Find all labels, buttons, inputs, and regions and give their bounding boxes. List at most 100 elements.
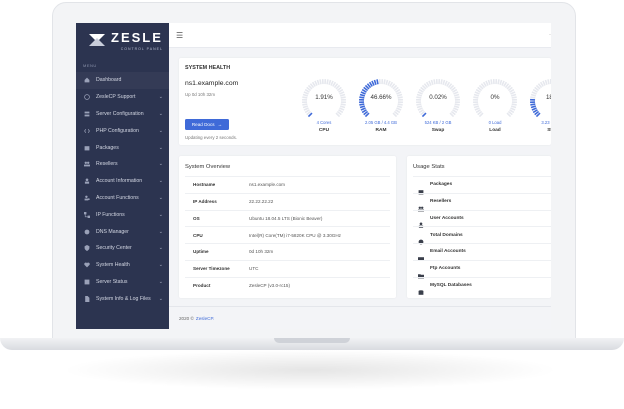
list-item[interactable]: Total Domains [413, 226, 551, 245]
sidebar-item-label: PHP Configuration [96, 127, 139, 134]
sidebar-item[interactable]: System Health ⌄ [76, 257, 169, 274]
hamburger-icon[interactable]: ☰ [176, 31, 183, 40]
sidebar-item[interactable]: Server Configuration ⌄ [76, 106, 169, 123]
database-icon [418, 283, 424, 295]
footer-copyright: 2020 © [179, 315, 194, 321]
gauge-detail: 4 Cores [316, 120, 332, 125]
system-health-title: SYSTEM HEALTH [185, 65, 231, 71]
gauge-tick-filled [359, 103, 365, 106]
gauge-tick-filled [360, 107, 366, 111]
logo-mark-icon [87, 30, 107, 50]
main-content: SYSTEM HEALTH ns1.example.com Up 0d 10h … [169, 48, 551, 329]
sidebar-item-label: Dashboard [96, 77, 122, 84]
gauge-label: RAM [375, 128, 387, 133]
gauge-tick [302, 105, 309, 109]
list-item[interactable]: Resellers [413, 192, 551, 211]
chevron-down-icon: ⌄ [158, 110, 163, 117]
gauge-tick [314, 80, 318, 86]
gauge-tick [453, 105, 460, 109]
usage-stats-title: Usage Stats [413, 164, 445, 170]
gauge-tick-filled [359, 105, 366, 109]
sidebar-item[interactable]: Dashboard [76, 72, 169, 89]
table-row: Product ZesleCP (v3.0-rc15) [185, 276, 390, 294]
list-item[interactable]: Packages [413, 176, 551, 195]
list-item[interactable]: MySQL Databases [413, 276, 551, 295]
gauge-percent: 1.91% [315, 94, 333, 101]
brand-logo[interactable]: ZESLE CONTROL PANEL [76, 23, 169, 57]
gauge-tick [303, 107, 309, 111]
chevron-down-icon: ⌄ [158, 228, 163, 235]
chevron-down-icon: ⌄ [158, 211, 163, 218]
chevron-down-icon: ⌄ [158, 144, 163, 151]
sidebar-item-label: Account Functions [96, 194, 139, 201]
gauge-tick [454, 103, 460, 106]
gauge-tick [544, 79, 548, 86]
gauge-tick [340, 103, 346, 106]
read-docs-button[interactable]: Read Docs → [185, 119, 229, 130]
gauge-label: CPU [318, 128, 330, 133]
gauge-ram: 46.66% 2.05 GB / 4.4 GB RAM [357, 77, 405, 133]
sidebar-item[interactable]: Security Center ⌄ [76, 240, 169, 257]
overview-value: ns1.example.com [249, 182, 286, 188]
table-row: OS Ubuntu 18.04.5 LTS (Bionic Beaver) [185, 209, 390, 227]
gauge-tick [328, 79, 332, 86]
gauge-tick-filled [376, 79, 379, 85]
overview-value: 0d 10h 32m [249, 249, 274, 255]
sidebar-item-label: Server Status [96, 278, 128, 285]
sidebar-item-label: Resellers [96, 161, 118, 168]
gauge-label: Stor [547, 128, 551, 133]
gauge-tick [487, 79, 491, 86]
overview-key: CPU [193, 232, 203, 238]
usage-label: User Accounts [430, 215, 464, 221]
sidebar-item[interactable]: DNS Manager ⌄ [76, 223, 169, 240]
usage-label: Resellers [430, 199, 452, 205]
sidebar-item[interactable]: ZesleCP Support ⌄ [76, 89, 169, 106]
usage-label: Ftp Accounts [430, 266, 461, 272]
laptop-notch [274, 338, 350, 343]
list-item[interactable]: User Accounts [413, 209, 551, 229]
gauge-tick [428, 80, 432, 86]
gauge-tick-filled [531, 107, 537, 111]
sidebar-nav: Dashboard ZesleCP Support ⌄ Server Configur… [76, 72, 169, 307]
overview-key: Hostname [193, 182, 216, 188]
sidebar-item[interactable]: Account Functions ⌄ [76, 190, 169, 207]
brand-name: ZESLE [111, 30, 163, 45]
sidebar-item[interactable]: Resellers ⌄ [76, 156, 169, 173]
laptop-shadow [60, 350, 560, 390]
gauge-tick [473, 105, 480, 109]
sidebar-item-label: Security Center [96, 245, 132, 252]
folder-icon [418, 266, 424, 279]
gauge-tick [416, 105, 423, 109]
chevron-down-icon: ⌄ [158, 127, 163, 134]
gauge-tick [490, 79, 493, 85]
gauge-tick [510, 107, 516, 111]
system-health-card: SYSTEM HEALTH ns1.example.com Up 0d 10h … [179, 58, 551, 145]
gauge-detail: 0 Load [488, 120, 502, 125]
sidebar-item[interactable]: Server Status ⌄ [76, 274, 169, 291]
package-icon [84, 145, 90, 151]
system-overview-card: System Overview Hostname ns1.example.com I… [179, 156, 396, 298]
sidebar-item[interactable]: Packages ⌄ [76, 139, 169, 156]
gauge-tick [453, 107, 459, 111]
gauge-tick [474, 107, 480, 111]
list-item[interactable]: Email Accounts [413, 243, 551, 261]
gauge-dial [415, 78, 461, 118]
gauge-dial [301, 78, 347, 118]
list-item[interactable]: Ftp Accounts [413, 260, 551, 279]
gauge-tick [319, 79, 322, 85]
gauge-swap: 0.02% 524 KB / 2 GB Swap [414, 77, 462, 133]
sidebar-item[interactable]: PHP Configuration ⌄ [76, 122, 169, 139]
sidebar-item[interactable]: Account Information ⌄ [76, 173, 169, 190]
gauge-percent: 0% [490, 94, 500, 101]
sidebar-item[interactable]: System Info & Log Files ⌄ [76, 290, 169, 307]
usage-stats-card: Usage Stats Packages Resellers User Accoun… [407, 156, 551, 298]
footer-link[interactable]: ZesleCP. [196, 316, 214, 321]
gauge-tick [485, 80, 489, 86]
gauge-detail: 524 KB / 2 GB [424, 120, 452, 125]
sidebar-item[interactable]: IP Functions ⌄ [76, 206, 169, 223]
sidebar-item-label: System Health [96, 262, 130, 269]
overview-value: ZesleCP (v3.0-rc15) [249, 283, 291, 289]
footer: 2020 © ZesleCP. [169, 306, 551, 329]
gauge-tick [330, 80, 334, 86]
chevron-down-icon: ⌄ [158, 278, 163, 285]
